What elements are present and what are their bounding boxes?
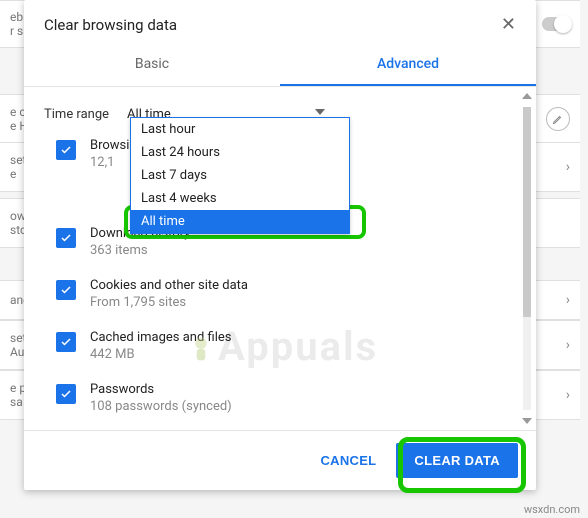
scrollbar[interactable] <box>520 93 534 424</box>
scroll-thumb[interactable] <box>523 107 531 317</box>
clear-browsing-data-dialog: Clear browsing data ✕ Basic Advanced Tim… <box>24 0 536 490</box>
toggle-icon <box>542 17 570 31</box>
checkbox-browsing-history[interactable] <box>56 140 76 160</box>
option-last-hour[interactable]: Last hour <box>131 118 349 141</box>
row-title: Passwords <box>90 382 232 397</box>
row-cached: Cached images and files 442 MB <box>44 322 516 374</box>
tab-basic[interactable]: Basic <box>24 44 280 86</box>
dialog-title: Clear browsing data <box>44 16 177 34</box>
option-last-7-days[interactable]: Last 7 days <box>131 164 349 187</box>
close-icon[interactable]: ✕ <box>501 16 516 34</box>
checkbox-cookies[interactable] <box>56 280 76 300</box>
chevron-right-icon: › <box>566 292 570 308</box>
chevron-right-icon: › <box>566 159 570 175</box>
tab-advanced[interactable]: Advanced <box>280 44 536 86</box>
tabs: Basic Advanced <box>24 44 536 87</box>
option-all-time[interactable]: All time <box>131 210 349 233</box>
chevron-down-icon <box>315 109 325 115</box>
row-sub: From 1,795 sites <box>90 295 248 310</box>
cancel-button[interactable]: CANCEL <box>306 443 390 478</box>
row-sub: 363 items <box>90 243 190 258</box>
source-credit: wsxdn.com <box>524 503 580 516</box>
row-sub: 108 passwords (synced) <box>90 399 232 414</box>
clear-data-button[interactable]: CLEAR DATA <box>396 443 518 478</box>
chevron-right-icon: › <box>566 387 570 403</box>
option-last-4-weeks[interactable]: Last 4 weeks <box>131 187 349 210</box>
chevron-right-icon: › <box>566 337 570 353</box>
row-sub: 442 MB <box>90 347 231 362</box>
scroll-track[interactable] <box>523 107 531 410</box>
option-last-24-hours[interactable]: Last 24 hours <box>131 141 349 164</box>
checkbox-download-history[interactable] <box>56 228 76 248</box>
scroll-down-icon[interactable] <box>522 418 532 424</box>
pencil-icon <box>546 107 570 131</box>
checkbox-passwords[interactable] <box>56 384 76 404</box>
row-cookies: Cookies and other site data From 1,795 s… <box>44 270 516 322</box>
time-range-dropdown: Last hour Last 24 hours Last 7 days Last… <box>130 117 350 234</box>
row-title: Cookies and other site data <box>90 278 248 293</box>
scroll-up-icon[interactable] <box>522 93 532 99</box>
row-passwords: Passwords 108 passwords (synced) <box>44 374 516 426</box>
checkbox-cached[interactable] <box>56 332 76 352</box>
time-range-label: Time range <box>44 107 109 122</box>
row-title: Cached images and files <box>90 330 231 345</box>
